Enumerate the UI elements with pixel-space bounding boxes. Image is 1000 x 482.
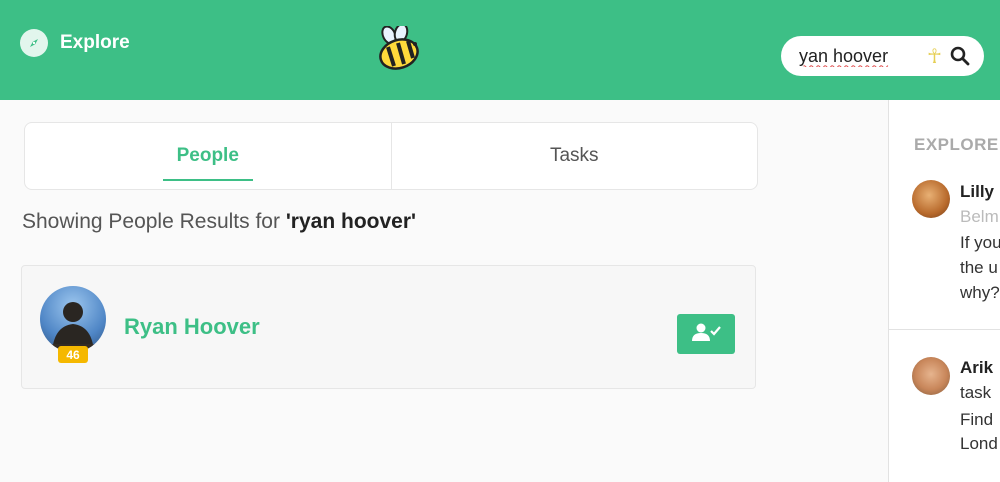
results-heading: Showing People Results for 'ryan hoover'	[22, 210, 416, 234]
spellcheck-icon: ☥	[927, 45, 942, 68]
person-card: 46 Ryan Hoover	[21, 265, 756, 389]
sidebar-title: EXPLORE	[914, 135, 999, 154]
user-check-icon	[691, 323, 721, 346]
results-prefix: Showing People Results for	[22, 210, 286, 233]
search-input[interactable]	[799, 45, 921, 67]
search-box[interactable]: ☥	[781, 36, 984, 76]
results-tabs: People Tasks	[24, 122, 758, 190]
level-badge: 46	[58, 346, 88, 363]
tab-tasks[interactable]: Tasks	[390, 123, 758, 189]
explore-label: Explore	[60, 32, 130, 53]
person-name[interactable]: Ryan Hoover	[124, 314, 260, 340]
feed-text-line: the u	[960, 258, 998, 277]
feed-user-name[interactable]: Arik	[960, 358, 993, 378]
avatar[interactable]	[912, 357, 950, 395]
compass-icon	[20, 29, 48, 57]
explore-button[interactable]: Explore	[20, 27, 130, 59]
feed-text-line: Lond	[960, 434, 998, 453]
divider	[889, 329, 1000, 330]
top-header: Explore ☥	[0, 0, 1000, 100]
tab-people-label: People	[176, 145, 239, 166]
feed-subtitle: Belm	[960, 207, 999, 226]
feed-user-name[interactable]: Lilly	[960, 182, 994, 202]
feed-text-line: Find	[960, 410, 994, 429]
search-icon[interactable]	[950, 46, 970, 66]
tab-people[interactable]: People	[25, 123, 391, 189]
explore-sidebar: EXPLORE Lilly Belm If you the u why? Ari…	[888, 100, 1000, 482]
bee-icon[interactable]	[374, 23, 424, 72]
feed-text-line: If you	[960, 233, 1000, 252]
feed-subtitle: task	[960, 383, 992, 402]
avatar[interactable]	[40, 286, 106, 352]
avatar[interactable]	[912, 180, 950, 218]
tab-tasks-label: Tasks	[549, 145, 599, 166]
feed-text-line: why?	[960, 283, 1000, 302]
follow-button[interactable]	[677, 314, 735, 354]
results-query: 'ryan hoover'	[285, 210, 417, 233]
